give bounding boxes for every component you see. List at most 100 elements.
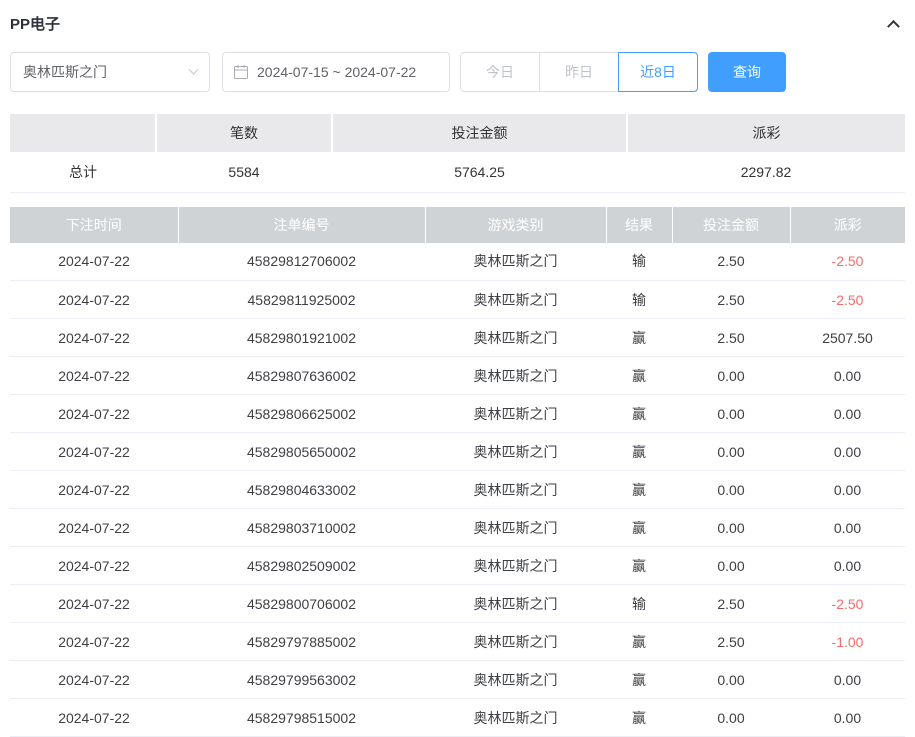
bet-amount-cell: 0.00 bbox=[672, 547, 790, 585]
payout-cell: -2.50 bbox=[790, 243, 905, 281]
table-row: 2024-07-2245829801921002奥林匹斯之门赢2.502507.… bbox=[10, 319, 905, 357]
result-cell: 赢 bbox=[606, 357, 672, 395]
bet-id-cell: 45829798515002 bbox=[178, 699, 425, 737]
header-bet-id: 注单编号 bbox=[178, 207, 425, 243]
table-row: 2024-07-2245829803710002奥林匹斯之门赢0.000.00 bbox=[10, 509, 905, 547]
bet-id-cell: 45829803710002 bbox=[178, 509, 425, 547]
summary-total-row: 总计 5584 5764.25 2297.82 bbox=[10, 152, 905, 192]
table-row: 2024-07-2245829812706002奥林匹斯之门输2.50-2.50 bbox=[10, 243, 905, 281]
game-select[interactable]: 奥林匹斯之门 bbox=[10, 52, 210, 92]
result-cell: 赢 bbox=[606, 395, 672, 433]
payout-cell: -2.50 bbox=[790, 585, 905, 623]
result-cell: 输 bbox=[606, 585, 672, 623]
bet-table-body: 2024-07-2245829812706002奥林匹斯之门输2.50-2.50… bbox=[10, 243, 905, 737]
bet-time-cell: 2024-07-22 bbox=[10, 433, 178, 471]
game-category-cell: 奥林匹斯之门 bbox=[425, 661, 606, 699]
payout-cell: 0.00 bbox=[790, 433, 905, 471]
filter-bar: 奥林匹斯之门 2024-07-15 ~ 2024-07-22 今日 昨日 近8日… bbox=[10, 52, 905, 92]
bet-amount-cell: 0.00 bbox=[672, 661, 790, 699]
bet-time-cell: 2024-07-22 bbox=[10, 281, 178, 319]
table-row: 2024-07-2245829799563002奥林匹斯之门赢0.000.00 bbox=[10, 661, 905, 699]
bet-time-cell: 2024-07-22 bbox=[10, 357, 178, 395]
result-cell: 赢 bbox=[606, 547, 672, 585]
payout-cell: 0.00 bbox=[790, 395, 905, 433]
bet-amount-cell: 0.00 bbox=[672, 433, 790, 471]
yesterday-button[interactable]: 昨日 bbox=[539, 52, 619, 92]
bet-time-cell: 2024-07-22 bbox=[10, 623, 178, 661]
payout-cell: 2507.50 bbox=[790, 319, 905, 357]
game-category-cell: 奥林匹斯之门 bbox=[425, 395, 606, 433]
payout-cell: 0.00 bbox=[790, 699, 905, 737]
table-row: 2024-07-2245829798515002奥林匹斯之门赢0.000.00 bbox=[10, 699, 905, 737]
game-category-cell: 奥林匹斯之门 bbox=[425, 585, 606, 623]
bet-id-cell: 45829804633002 bbox=[178, 471, 425, 509]
summary-bet-amount-value: 5764.25 bbox=[332, 152, 627, 192]
result-cell: 输 bbox=[606, 281, 672, 319]
bet-time-cell: 2024-07-22 bbox=[10, 509, 178, 547]
bet-id-cell: 45829802509002 bbox=[178, 547, 425, 585]
bet-time-cell: 2024-07-22 bbox=[10, 547, 178, 585]
bet-time-cell: 2024-07-22 bbox=[10, 699, 178, 737]
chevron-down-icon bbox=[189, 64, 199, 74]
payout-cell: 0.00 bbox=[790, 509, 905, 547]
game-category-cell: 奥林匹斯之门 bbox=[425, 433, 606, 471]
bet-time-cell: 2024-07-22 bbox=[10, 243, 178, 281]
payout-cell: -2.50 bbox=[790, 281, 905, 319]
table-row: 2024-07-2245829797885002奥林匹斯之门赢2.50-1.00 bbox=[10, 623, 905, 661]
bet-time-cell: 2024-07-22 bbox=[10, 661, 178, 699]
table-row: 2024-07-2245829800706002奥林匹斯之门输2.50-2.50 bbox=[10, 585, 905, 623]
result-cell: 赢 bbox=[606, 471, 672, 509]
result-cell: 输 bbox=[606, 243, 672, 281]
summary-count-value: 5584 bbox=[156, 152, 332, 192]
bet-amount-cell: 2.50 bbox=[672, 623, 790, 661]
bet-amount-cell: 0.00 bbox=[672, 699, 790, 737]
payout-cell: 0.00 bbox=[790, 471, 905, 509]
summary-header-bet-amount: 投注金额 bbox=[332, 114, 627, 152]
payout-cell: 0.00 bbox=[790, 357, 905, 395]
last-8-days-button[interactable]: 近8日 bbox=[618, 52, 698, 92]
today-button[interactable]: 今日 bbox=[460, 52, 540, 92]
bet-id-cell: 45829812706002 bbox=[178, 243, 425, 281]
query-button[interactable]: 查询 bbox=[708, 52, 786, 92]
bet-records-table: 下注时间 注单编号 游戏类别 结果 投注金额 派彩 2024-07-224582… bbox=[10, 207, 905, 737]
header-result: 结果 bbox=[606, 207, 672, 243]
payout-cell: 0.00 bbox=[790, 547, 905, 585]
game-category-cell: 奥林匹斯之门 bbox=[425, 357, 606, 395]
bet-amount-cell: 2.50 bbox=[672, 319, 790, 357]
collapse-button[interactable] bbox=[881, 11, 905, 35]
bet-id-cell: 45829800706002 bbox=[178, 585, 425, 623]
game-select-value: 奥林匹斯之门 bbox=[23, 62, 107, 82]
header-game-category: 游戏类别 bbox=[425, 207, 606, 243]
header-bet-amount: 投注金额 bbox=[672, 207, 790, 243]
bet-amount-cell: 0.00 bbox=[672, 395, 790, 433]
summary-table: 笔数 投注金额 派彩 总计 5584 5764.25 2297.82 bbox=[10, 114, 905, 193]
calendar-icon bbox=[233, 64, 249, 80]
bet-amount-cell: 2.50 bbox=[672, 243, 790, 281]
result-cell: 赢 bbox=[606, 509, 672, 547]
header-payout: 派彩 bbox=[790, 207, 905, 243]
game-category-cell: 奥林匹斯之门 bbox=[425, 471, 606, 509]
bet-amount-cell: 0.00 bbox=[672, 509, 790, 547]
game-category-cell: 奥林匹斯之门 bbox=[425, 509, 606, 547]
game-category-cell: 奥林匹斯之门 bbox=[425, 319, 606, 357]
summary-header-payout: 派彩 bbox=[627, 114, 905, 152]
quick-range-group: 今日 昨日 近8日 bbox=[460, 52, 698, 92]
game-category-cell: 奥林匹斯之门 bbox=[425, 547, 606, 585]
payout-cell: 0.00 bbox=[790, 661, 905, 699]
game-category-cell: 奥林匹斯之门 bbox=[425, 281, 606, 319]
summary-payout-value: 2297.82 bbox=[627, 152, 905, 192]
bet-id-cell: 45829805650002 bbox=[178, 433, 425, 471]
bet-id-cell: 45829811925002 bbox=[178, 281, 425, 319]
date-range-input[interactable]: 2024-07-15 ~ 2024-07-22 bbox=[222, 52, 450, 92]
table-row: 2024-07-2245829802509002奥林匹斯之门赢0.000.00 bbox=[10, 547, 905, 585]
bet-time-cell: 2024-07-22 bbox=[10, 585, 178, 623]
bet-id-cell: 45829801921002 bbox=[178, 319, 425, 357]
summary-total-label: 总计 bbox=[10, 152, 156, 192]
payout-cell: -1.00 bbox=[790, 623, 905, 661]
result-cell: 赢 bbox=[606, 319, 672, 357]
pp-electronic-panel: PP电子 奥林匹斯之门 2024-07-15 ~ 2024-07-22 今日 昨… bbox=[0, 0, 915, 737]
bet-time-cell: 2024-07-22 bbox=[10, 471, 178, 509]
bet-id-cell: 45829799563002 bbox=[178, 661, 425, 699]
bet-time-cell: 2024-07-22 bbox=[10, 319, 178, 357]
table-row: 2024-07-2245829805650002奥林匹斯之门赢0.000.00 bbox=[10, 433, 905, 471]
